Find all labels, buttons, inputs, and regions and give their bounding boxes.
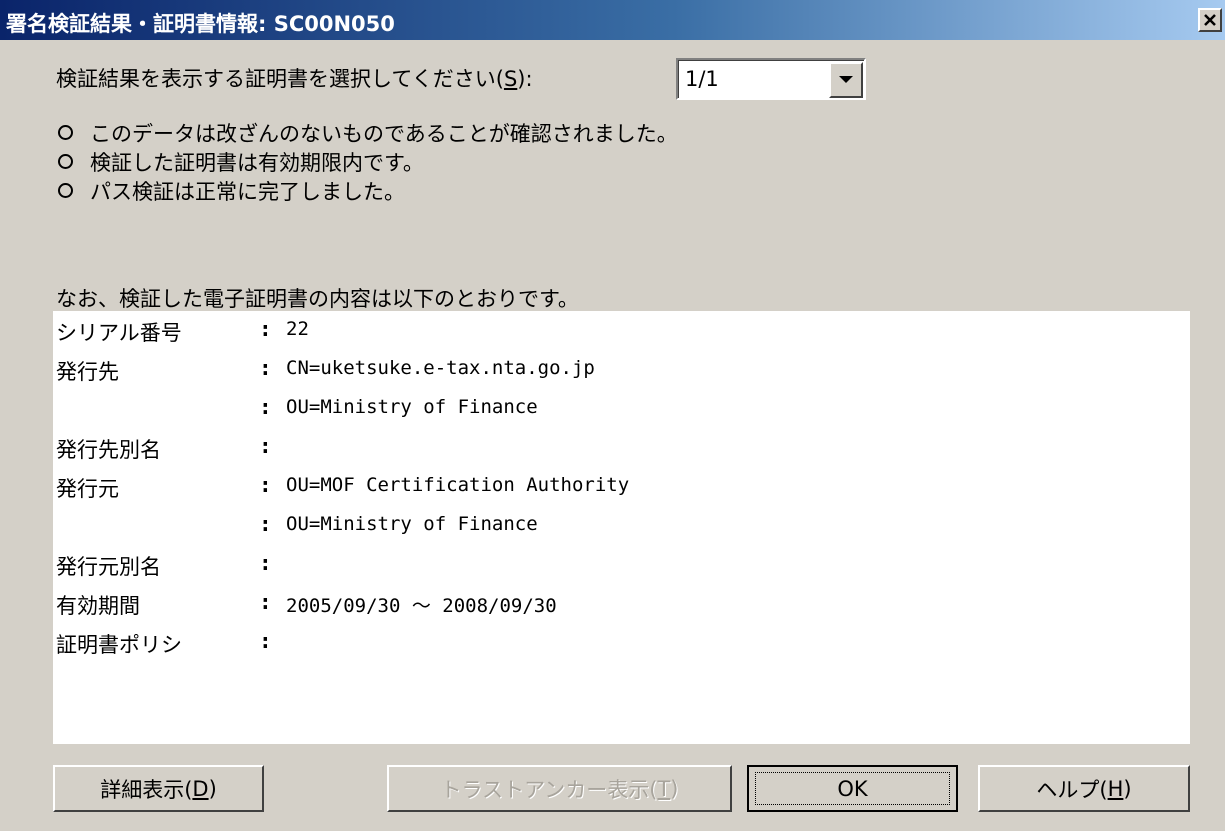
details-button[interactable]: 詳細表示(D) (53, 765, 264, 812)
button-access-key: T (657, 776, 671, 801)
info-value: 22 (286, 318, 309, 340)
button-access-key: D (192, 776, 209, 801)
info-label: シリアル番号 (56, 321, 182, 345)
status-text: 検証した証明書は有効期限内です。 (90, 150, 424, 175)
info-colon: : (259, 434, 272, 458)
signature-verification-dialog: 署名検証結果・証明書情報: SC00N050 検証結果を表示する証明書を選択して… (0, 0, 1225, 831)
status-text: パス検証は正常に完了しました。 (90, 179, 405, 204)
info-label: 発行元 (56, 477, 119, 501)
button-access-key: H (1107, 776, 1124, 801)
info-value: OU=Ministry of Finance (286, 396, 538, 418)
close-button[interactable] (1198, 8, 1222, 32)
title-bar: 署名検証結果・証明書情報: SC00N050 (0, 0, 1225, 40)
info-label: 証明書ポリシ (56, 633, 182, 657)
button-label: トラストアンカー表示( (440, 777, 658, 802)
info-value: 2005/09/30 〜 2008/09/30 (286, 595, 557, 617)
status-text: このデータは改ざんのないものであることが確認されました。 (90, 121, 678, 146)
button-label-suffix: ) (670, 776, 679, 801)
info-colon: : (259, 629, 272, 653)
info-label: 発行先別名 (56, 438, 161, 462)
circle-icon (58, 154, 73, 169)
button-label-suffix: ) (208, 776, 217, 801)
certificate-select-dropdown[interactable]: 1/1 (676, 58, 866, 100)
info-value: CN=uketsuke.e-tax.nta.go.jp (286, 357, 595, 379)
window-title: 署名検証結果・証明書情報: SC00N050 (6, 12, 395, 36)
dropdown-arrow-button[interactable] (829, 62, 863, 98)
help-button[interactable]: ヘルプ(H) (978, 765, 1190, 812)
info-label: 発行元別名 (56, 555, 161, 579)
trust-anchor-button[interactable]: トラストアンカー表示(T) (387, 765, 732, 812)
close-icon (1204, 14, 1216, 26)
circle-icon (58, 125, 73, 140)
chevron-down-icon (839, 76, 853, 83)
dropdown-value: 1/1 (685, 67, 719, 91)
dropdown-field: 1/1 (678, 60, 864, 98)
info-value: OU=Ministry of Finance (286, 513, 538, 535)
info-colon: : (259, 317, 272, 341)
info-colon: : (259, 590, 272, 614)
prompt-suffix: ): (517, 67, 533, 91)
button-label: 詳細表示( (100, 777, 193, 802)
certificate-select-prompt: 検証結果を表示する証明書を選択してください(S): (56, 63, 533, 93)
ok-button[interactable]: OK (747, 765, 958, 812)
info-value: OU=MOF Certification Authority (286, 474, 630, 496)
status-item: パス検証は正常に完了しました。 (56, 176, 678, 205)
info-colon: : (259, 473, 272, 497)
prompt-text: 検証結果を表示する証明書を選択してください( (56, 67, 504, 91)
status-item: 検証した証明書は有効期限内です。 (56, 147, 678, 176)
status-item: このデータは改ざんのないものであることが確認されました。 (56, 118, 678, 147)
info-colon: : (259, 512, 272, 536)
prompt-access-key: S (503, 67, 518, 91)
info-colon: : (259, 356, 272, 380)
info-label: 有効期間 (56, 594, 140, 618)
verification-status-list: このデータは改ざんのないものであることが確認されました。 検証した証明書は有効期… (56, 118, 678, 205)
info-colon: : (259, 395, 272, 419)
button-label-suffix: ) (1123, 776, 1132, 801)
certificate-note: なお、検証した電子証明書の内容は以下のとおりです。 (56, 287, 579, 311)
info-colon: : (259, 551, 272, 575)
info-label: 発行先 (56, 360, 119, 384)
certificate-info-box[interactable]: シリアル番号 : 22 発行先 : CN=uketsuke.e-tax.nta.… (53, 311, 1190, 744)
focus-rect (755, 772, 950, 805)
button-label: ヘルプ( (1036, 777, 1108, 802)
circle-icon (58, 183, 73, 198)
